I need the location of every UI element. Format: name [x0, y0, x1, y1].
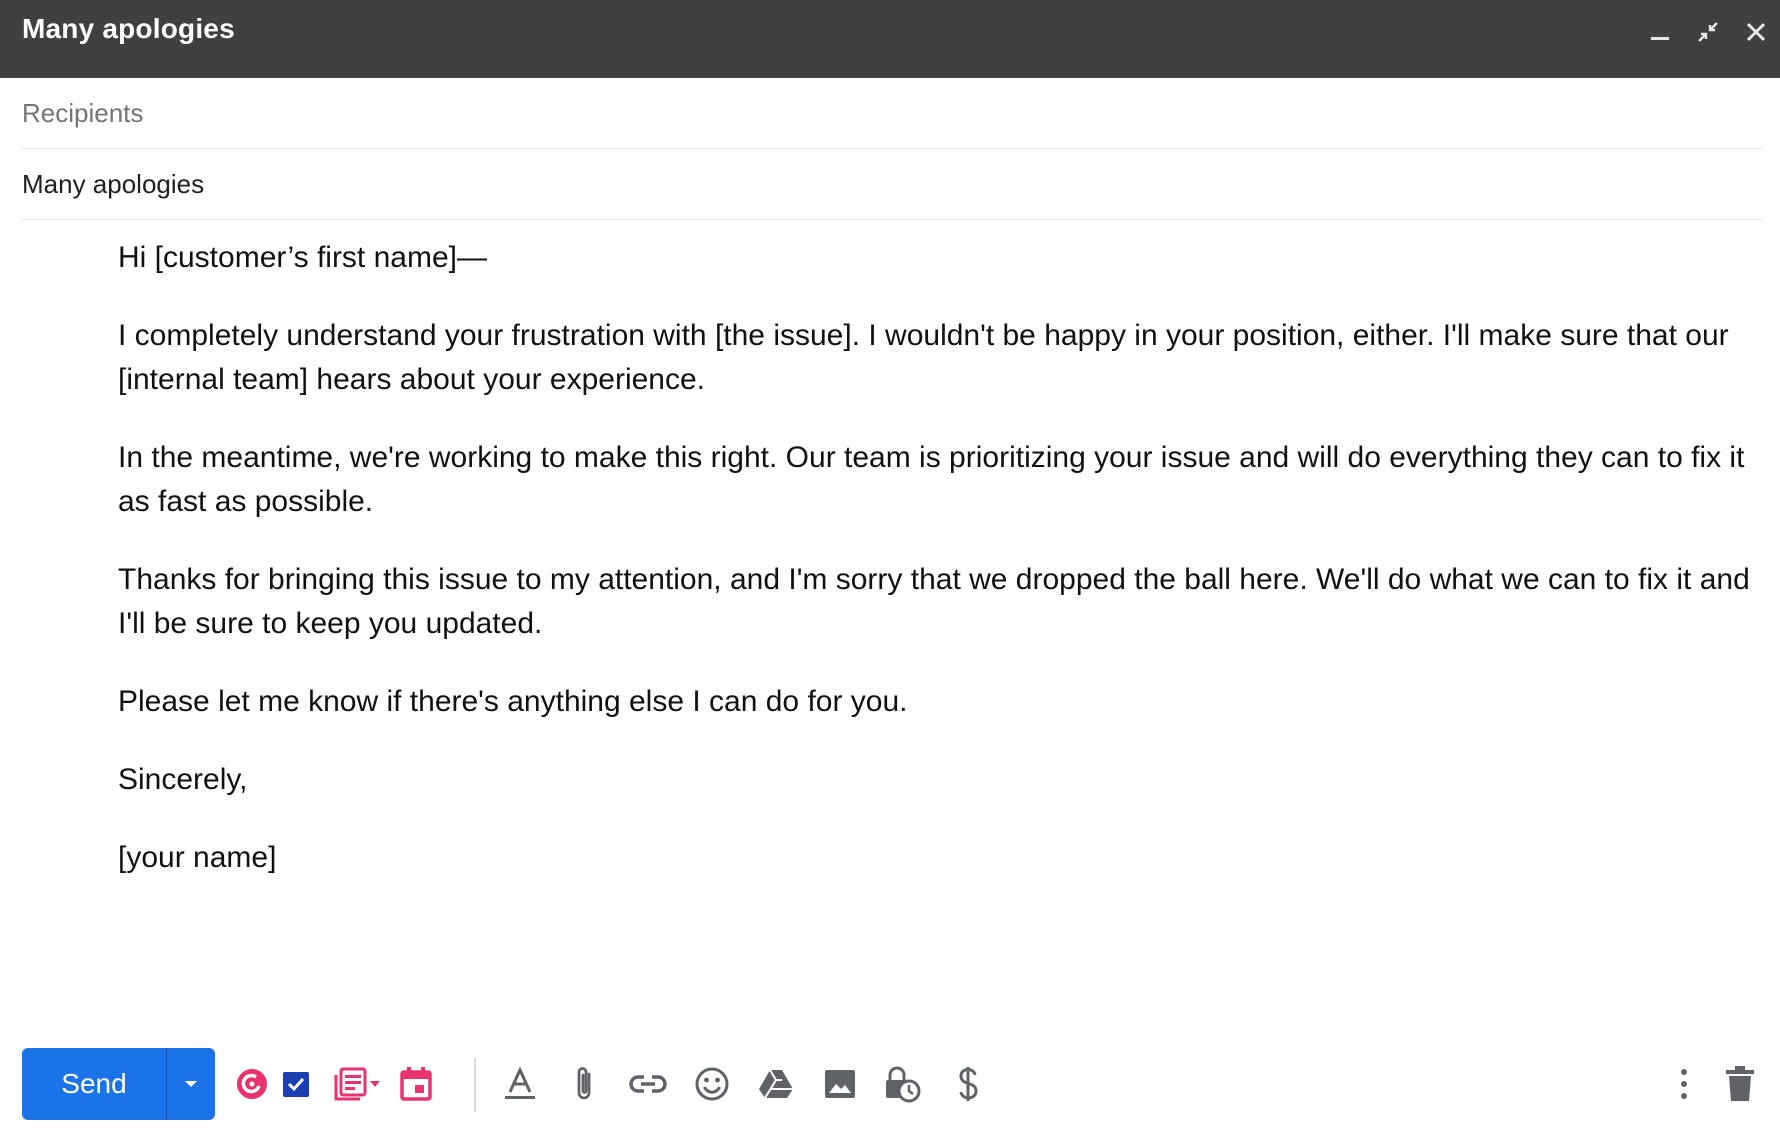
minimize-icon: [1651, 37, 1669, 40]
insert-image-button[interactable]: [818, 1062, 862, 1106]
discard-draft-button[interactable]: [1718, 1062, 1762, 1106]
send-options-button[interactable]: [167, 1048, 215, 1120]
compose-window: Many apologies Many apologi: [0, 0, 1780, 1134]
dropdown-arrow-icon: [185, 1081, 197, 1087]
boomerang-button[interactable]: [230, 1062, 274, 1106]
task-check-button[interactable]: [274, 1062, 318, 1106]
text-format-icon: [505, 1066, 535, 1099]
link-icon: [629, 1075, 667, 1093]
dollar-icon: [959, 1067, 978, 1101]
drive-icon: [759, 1069, 793, 1099]
task-check-icon: [283, 1072, 309, 1097]
text-format-button[interactable]: [498, 1062, 542, 1106]
subject-field[interactable]: Many apologies: [22, 150, 1762, 220]
toolbar-separator: [474, 1058, 476, 1112]
insert-link-button[interactable]: [626, 1062, 670, 1106]
window-title: Many apologies: [22, 13, 235, 44]
send-money-button[interactable]: [946, 1062, 990, 1106]
message-body[interactable]: Hi [customer’s first name]— I completely…: [118, 236, 1758, 914]
body-paragraph-4: Please let me know if there's anything e…: [118, 685, 908, 718]
confidential-mode-icon: [886, 1066, 921, 1103]
window-controls: [1644, 16, 1772, 48]
calendar-icon: [400, 1067, 432, 1101]
recipients-input[interactable]: [22, 98, 1762, 129]
close-button[interactable]: [1740, 16, 1772, 48]
compose-toolbar: Send: [0, 1040, 1780, 1134]
dropdown-arrow-icon: [370, 1081, 380, 1087]
minimize-button[interactable]: [1644, 16, 1676, 48]
more-options-icon: [1681, 1069, 1687, 1099]
body-signature: [your name]: [118, 841, 277, 874]
calendar-button[interactable]: [394, 1062, 438, 1106]
body-closing: Sincerely,: [118, 763, 248, 796]
drive-button[interactable]: [754, 1062, 798, 1106]
boomerang-icon: [237, 1069, 267, 1099]
close-icon: [1746, 22, 1766, 42]
emoji-icon: [695, 1067, 729, 1101]
exit-fullscreen-icon: [1698, 22, 1718, 42]
body-paragraph-2: In the meantime, we're working to make t…: [118, 441, 1745, 518]
send-button[interactable]: Send: [22, 1048, 166, 1120]
confidential-mode-button[interactable]: [880, 1062, 924, 1106]
subject-text[interactable]: Many apologies: [22, 169, 204, 200]
body-paragraph-3: Thanks for bringing this issue to my att…: [118, 563, 1750, 640]
trash-icon: [1726, 1066, 1754, 1101]
body-paragraph-1: I completely understand your frustration…: [118, 319, 1729, 396]
recipients-field[interactable]: [22, 79, 1762, 149]
attachment-button[interactable]: [562, 1062, 606, 1106]
body-greeting: Hi [customer’s first name]—: [118, 241, 487, 274]
compose-titlebar[interactable]: Many apologies: [0, 0, 1780, 78]
template-dropdown[interactable]: [366, 1062, 384, 1106]
exit-fullscreen-button[interactable]: [1692, 16, 1724, 48]
emoji-button[interactable]: [690, 1062, 734, 1106]
attachment-icon: [577, 1067, 591, 1100]
image-icon: [825, 1070, 855, 1098]
more-options-button[interactable]: [1662, 1062, 1706, 1106]
send-button-group: Send: [22, 1048, 215, 1120]
